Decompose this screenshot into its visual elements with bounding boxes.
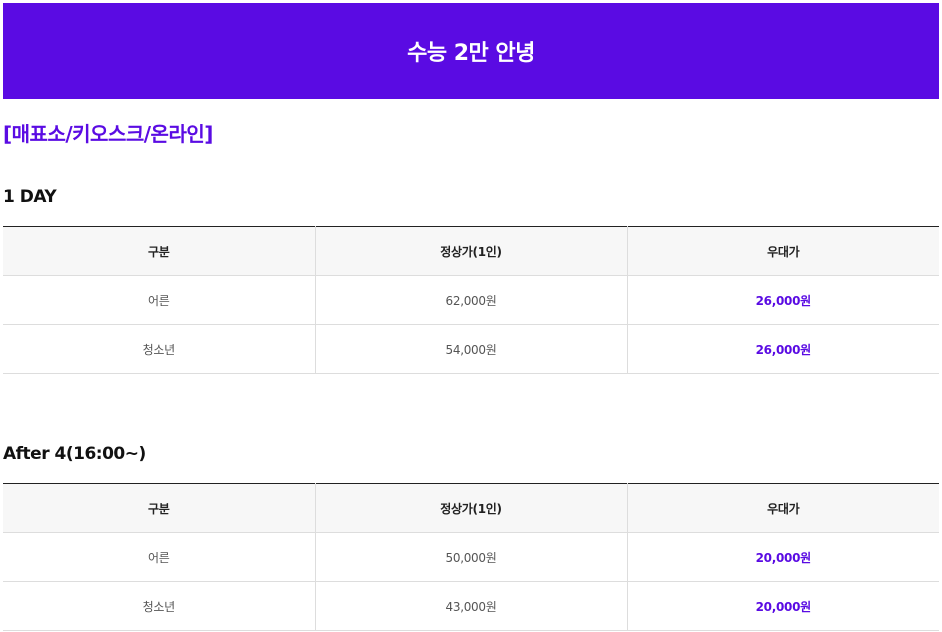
price-table-after4: 구분 정상가(1인) 우대가 어른 50,000원 20,000원 청소년 43… xyxy=(3,483,939,631)
table-row: 청소년 54,000원 26,000원 xyxy=(3,324,939,374)
category-cell: 청소년 xyxy=(3,581,315,631)
table-row: 어른 50,000원 20,000원 xyxy=(3,532,939,582)
regular-price-cell: 50,000원 xyxy=(314,532,627,582)
sales-channels-heading: [매표소/키오스크/온라인] xyxy=(3,122,213,146)
column-header-regular-price: 정상가(1인) xyxy=(314,483,627,533)
promo-banner: 수능 2만 안녕 xyxy=(3,3,939,99)
regular-price-cell: 43,000원 xyxy=(314,581,627,631)
table-header-row: 구분 정상가(1인) 우대가 xyxy=(3,226,939,276)
regular-price-cell: 62,000원 xyxy=(314,275,627,325)
category-cell: 어른 xyxy=(3,532,315,582)
section-title-after4: After 4(16:00~) xyxy=(3,444,146,464)
column-header-discount-price: 우대가 xyxy=(626,226,939,276)
column-header-category: 구분 xyxy=(3,226,315,276)
table-header-row: 구분 정상가(1인) 우대가 xyxy=(3,483,939,533)
category-cell: 청소년 xyxy=(3,324,315,374)
table-row: 청소년 43,000원 20,000원 xyxy=(3,581,939,631)
discount-price-cell: 20,000원 xyxy=(626,532,939,582)
column-header-regular-price: 정상가(1인) xyxy=(314,226,627,276)
banner-title: 수능 2만 안녕 xyxy=(407,41,535,66)
discount-price-cell: 26,000원 xyxy=(626,275,939,325)
discount-price-cell: 20,000원 xyxy=(626,581,939,631)
section-title-1day: 1 DAY xyxy=(3,187,57,207)
regular-price-cell: 54,000원 xyxy=(314,324,627,374)
column-header-category: 구분 xyxy=(3,483,315,533)
price-table-1day: 구분 정상가(1인) 우대가 어른 62,000원 26,000원 청소년 54… xyxy=(3,226,939,374)
column-header-discount-price: 우대가 xyxy=(626,483,939,533)
discount-price-cell: 26,000원 xyxy=(626,324,939,374)
table-row: 어른 62,000원 26,000원 xyxy=(3,275,939,325)
category-cell: 어른 xyxy=(3,275,315,325)
